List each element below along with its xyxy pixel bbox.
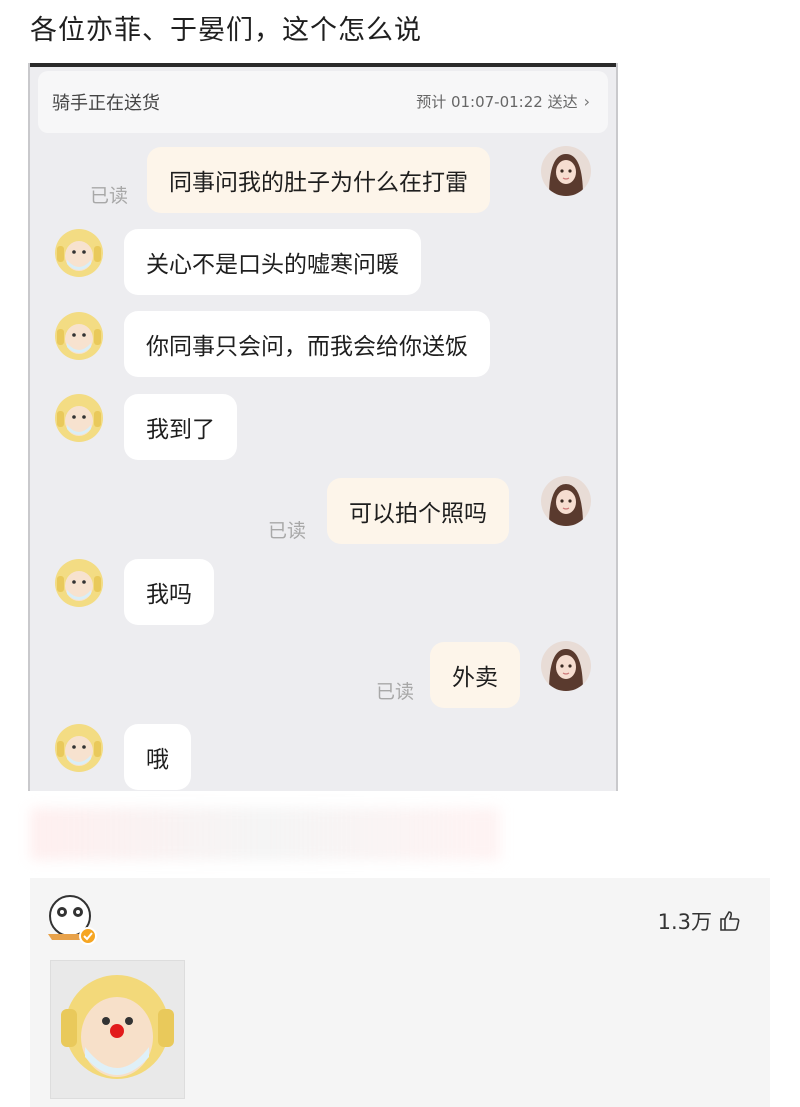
read-receipt: 已读 (90, 185, 129, 207)
eta-link[interactable]: 预计 01:07-01:22 送达 › (416, 91, 590, 112)
like-count: 1.3万 (657, 910, 712, 934)
message-bubble-rider[interactable]: 哦 (124, 724, 191, 790)
comment-card[interactable]: 1.3万 (30, 878, 770, 1107)
rider-avatar (54, 393, 104, 443)
verified-badge-icon (79, 927, 97, 945)
read-receipt: 已读 (268, 520, 307, 542)
rider-avatar (54, 228, 104, 278)
message-bubble-user[interactable]: 外卖 (430, 642, 520, 708)
message-bubble-user[interactable]: 同事问我的肚子为什么在打雷 (147, 147, 490, 213)
user-avatar (541, 641, 591, 691)
message-bubble-rider[interactable]: 关心不是口头的嘘寒问暖 (124, 229, 421, 295)
thumbs-up-icon (720, 911, 740, 931)
eta-text: 预计 01:07-01:22 送达 (416, 93, 578, 111)
user-avatar (541, 146, 591, 196)
message-bubble-rider[interactable]: 我到了 (124, 394, 237, 460)
rider-avatar (54, 723, 104, 773)
delivery-status-bar[interactable]: 骑手正在送货 预计 01:07-01:22 送达 › (38, 71, 608, 133)
message-bubble-user[interactable]: 可以拍个照吗 (327, 478, 509, 544)
commenter-avatar[interactable] (44, 894, 98, 946)
blurred-strip (30, 808, 500, 860)
post-title: 各位亦菲、于晏们，这个怎么说 (30, 15, 422, 46)
chevron-right-icon: › (583, 92, 590, 111)
read-receipt: 已读 (376, 681, 415, 703)
delivery-status-text: 骑手正在送货 (52, 93, 160, 114)
top-edge (30, 63, 616, 67)
sticker-image[interactable] (50, 960, 185, 1099)
like-button[interactable]: 1.3万 (658, 906, 742, 936)
message-bubble-rider[interactable]: 我吗 (124, 559, 214, 625)
rider-avatar (54, 558, 104, 608)
rider-avatar (54, 311, 104, 361)
message-bubble-rider[interactable]: 你同事只会问，而我会给你送饭 (124, 311, 490, 377)
user-avatar (541, 476, 591, 526)
chat-screenshot: 骑手正在送货 预计 01:07-01:22 送达 › 已读 同事问我的肚子为什么… (28, 63, 618, 791)
